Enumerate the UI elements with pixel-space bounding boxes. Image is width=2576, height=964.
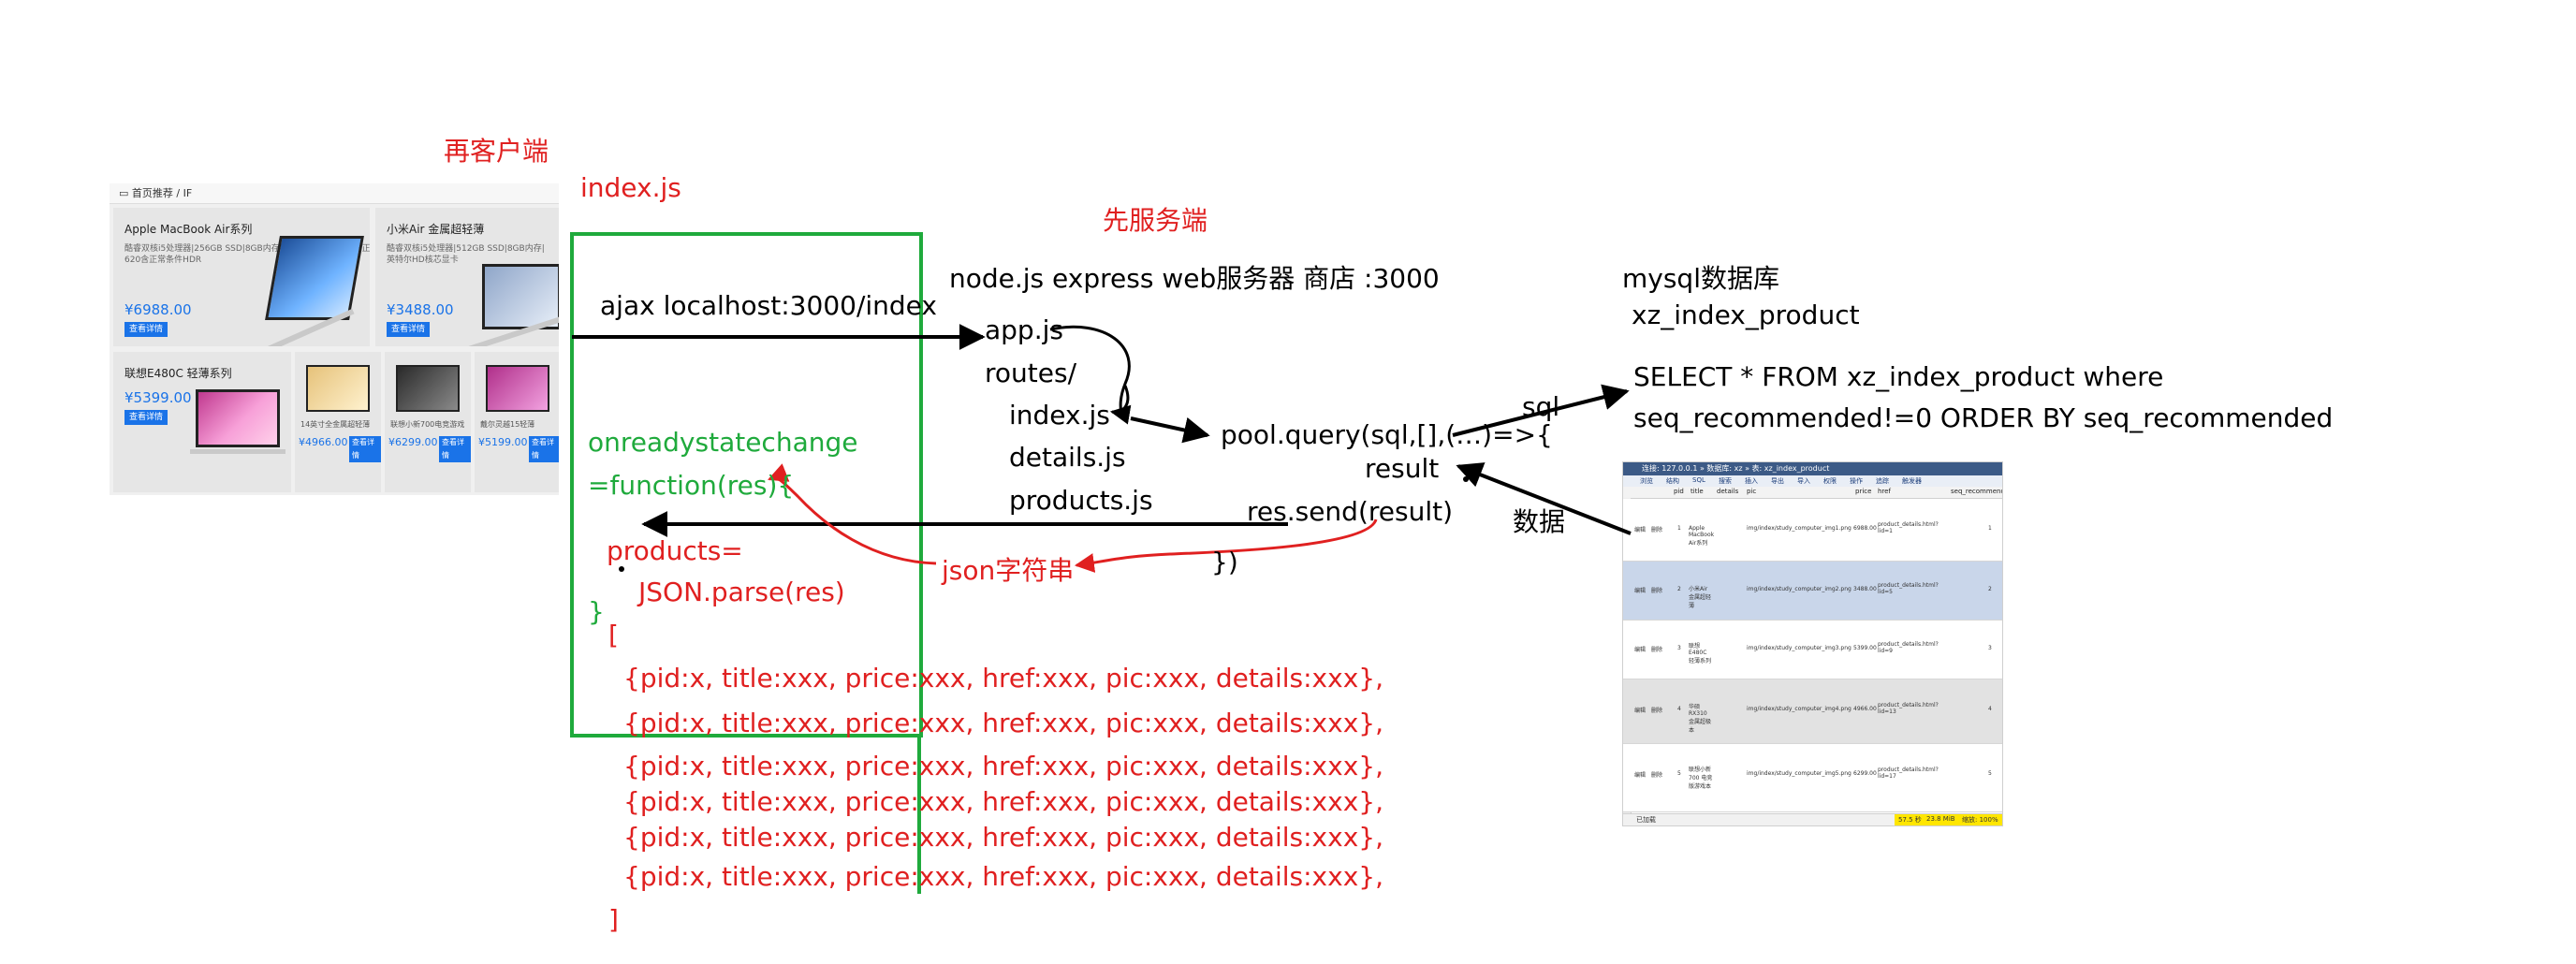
data-dot: [1463, 476, 1469, 482]
app-js-label: app.js: [985, 314, 1063, 345]
sql-arrow-label: sql: [1522, 391, 1560, 422]
callback-function-label: =function(res){: [588, 470, 795, 501]
array-row-3: {pid:x, title:xxx, price:xxx, href:xxx, …: [623, 751, 1383, 781]
json-to-callback-arrow: [768, 463, 937, 565]
array-row-6: {pid:x, title:xxx, price:xxx, href:xxx, …: [623, 861, 1383, 892]
array-row-5: {pid:x, title:xxx, price:xxx, href:xxx, …: [623, 822, 1383, 853]
data-arrow-label: 数据: [1513, 506, 1566, 537]
route-details-label: details.js: [1009, 442, 1126, 473]
close-bracket-label: ]: [608, 904, 619, 935]
server-label: 先服务端: [1103, 205, 1208, 236]
route-to-query-arrow: [1130, 416, 1210, 444]
array-row-2: {pid:x, title:xxx, price:xxx, href:xxx, …: [623, 708, 1383, 738]
array-row-4: {pid:x, title:xxx, price:xxx, href:xxx, …: [623, 786, 1383, 817]
route-products-label: products.js: [1009, 485, 1153, 516]
res-send-label: res.send(result): [1247, 496, 1454, 527]
sql-query-line-1: SELECT * FROM xz_index_product where: [1633, 361, 2164, 392]
json-string-label: json字符串: [942, 555, 1075, 586]
close-paren-label: }): [1211, 547, 1238, 577]
routes-label: routes/: [985, 358, 1076, 388]
products-assign-label: products=: [607, 535, 743, 566]
sql-query-line-2: seq_recommended!=0 ORDER BY seq_recommen…: [1633, 402, 2334, 433]
bullet-dot: [619, 566, 624, 572]
client-label: 再客户端: [444, 136, 549, 167]
index-js-label: index.js: [580, 172, 681, 203]
node-server-label: node.js express web服务器 商店 :3000: [949, 263, 1440, 294]
pool-query-label: pool.query(sql,[],(…)=>{: [1221, 419, 1553, 450]
json-parse-label: JSON.parse(res): [638, 577, 845, 607]
table-name-label: xz_index_product: [1632, 299, 1860, 330]
array-row-1: {pid:x, title:xxx, price:xxx, href:xxx, …: [623, 663, 1383, 694]
open-bracket-label: [: [608, 620, 619, 650]
diagram-connectors: [570, 232, 1632, 894]
result-label: result: [1365, 453, 1440, 484]
mysql-label: mysql数据库: [1622, 263, 1779, 294]
onreadystatechange-label: onreadystatechange: [588, 427, 858, 458]
close-brace-label: }: [588, 596, 605, 627]
ajax-label: ajax localhost:3000/index: [600, 290, 937, 321]
route-index-label: index.js: [1009, 400, 1110, 431]
